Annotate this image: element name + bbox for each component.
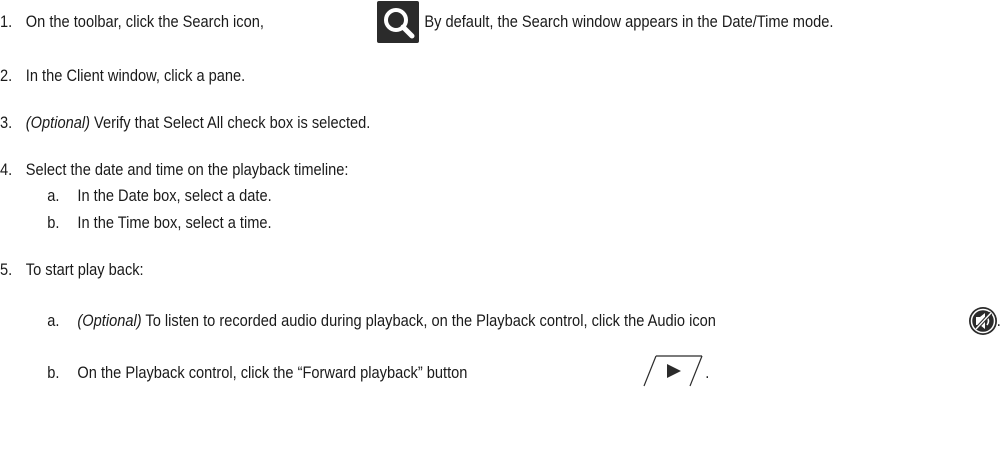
- step-4b-text: In the Time box, select a time.: [77, 213, 272, 232]
- forward-playback-icon: [642, 354, 704, 388]
- step-1-text-after: . By default, the Search window appears …: [416, 12, 834, 31]
- step-5b-text: On the Playback control, click the “Forw…: [77, 363, 468, 382]
- search-icon: [377, 1, 419, 43]
- instruction-document: 1. On the toolbar, click the Search icon…: [0, 0, 1008, 455]
- step-3-text: (Optional) Verify that Select All check …: [26, 113, 371, 133]
- step-3-optional: (Optional): [25, 113, 90, 132]
- step-5-number: 5.: [0, 260, 13, 279]
- step-2-number: 2.: [0, 66, 13, 85]
- step-2-text: In the Client window, click a pane.: [25, 66, 246, 85]
- step-5b-letter: b.: [47, 363, 60, 382]
- step-4a-text: In the Date box, select a date.: [77, 186, 272, 205]
- step-4-text: Select the date and time on the playback…: [25, 160, 349, 179]
- step-4-number: 4.: [0, 160, 13, 179]
- step-5b-text-after: .: [705, 363, 710, 382]
- step-5a-text: (Optional) To listen to recorded audio d…: [77, 311, 716, 331]
- step-5a-optional: (Optional): [77, 311, 142, 330]
- step-3-body: Verify that Select All check box is sele…: [89, 113, 371, 132]
- step-5a-letter: a.: [47, 311, 60, 330]
- step-5a-body: To listen to recorded audio during playb…: [141, 311, 716, 330]
- step-4b-letter: b.: [47, 213, 60, 232]
- step-1-text-before: On the toolbar, click the Search icon,: [25, 12, 264, 31]
- audio-muted-icon: [968, 306, 998, 336]
- step-1-number: 1.: [0, 12, 13, 31]
- step-4a-letter: a.: [47, 186, 60, 205]
- step-5-text: To start play back:: [25, 260, 144, 279]
- step-3-number: 3.: [0, 113, 13, 132]
